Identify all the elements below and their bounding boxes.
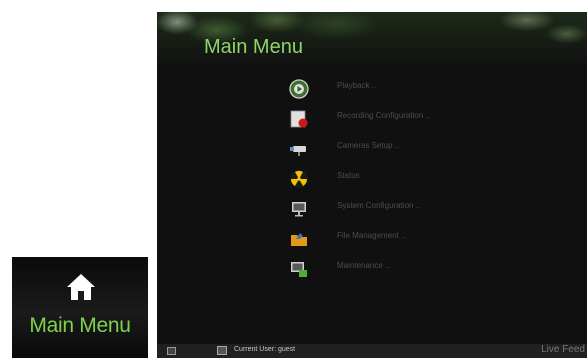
status-radiation-icon [290, 170, 308, 188]
monitor-icon [292, 202, 306, 217]
main-menu-shortcut-label: Main Menu [29, 314, 131, 337]
recording-icon [290, 110, 308, 128]
dvr-window: Main Menu Playback .. Recording Configur… [157, 12, 587, 358]
camera-icon [290, 146, 306, 156]
user-icon [217, 346, 227, 355]
disk-icon[interactable] [167, 347, 176, 355]
menu-item-maintenance[interactable]: Maintenance .. [277, 258, 577, 280]
menu-item-status[interactable]: Status [277, 168, 577, 190]
menu-item-label: Playback .. [337, 81, 377, 90]
maintenance-icon [291, 262, 307, 277]
menu-item-cameras-setup[interactable]: Cameras Setup .. [277, 138, 577, 160]
folder-icon [291, 233, 307, 246]
menu-item-recording-configuration[interactable]: Recording Configuration .. [277, 108, 577, 130]
live-feed-button[interactable]: Live Feed [541, 344, 585, 355]
menu-item-label: System Configuration .. [337, 201, 421, 210]
menu-item-system-configuration[interactable]: System Configuration .. [277, 198, 577, 220]
current-user: Current User: guest [234, 346, 296, 353]
menu-item-label: Status [337, 171, 360, 180]
menu-item-label: File Management .. [337, 231, 406, 240]
menu-item-playback[interactable]: Playback .. [277, 78, 577, 100]
home-icon [67, 274, 95, 300]
main-menu-shortcut[interactable]: Main Menu [12, 257, 148, 358]
playback-icon [289, 79, 309, 99]
menu-item-file-management[interactable]: File Management .. [277, 228, 577, 250]
status-bar: Current User: guest Live Feed [157, 344, 587, 358]
menu-item-label: Recording Configuration .. [337, 111, 430, 120]
page-title: Main Menu [204, 36, 303, 58]
menu-item-label: Cameras Setup .. [337, 141, 400, 150]
menu-item-label: Maintenance .. [337, 261, 390, 270]
